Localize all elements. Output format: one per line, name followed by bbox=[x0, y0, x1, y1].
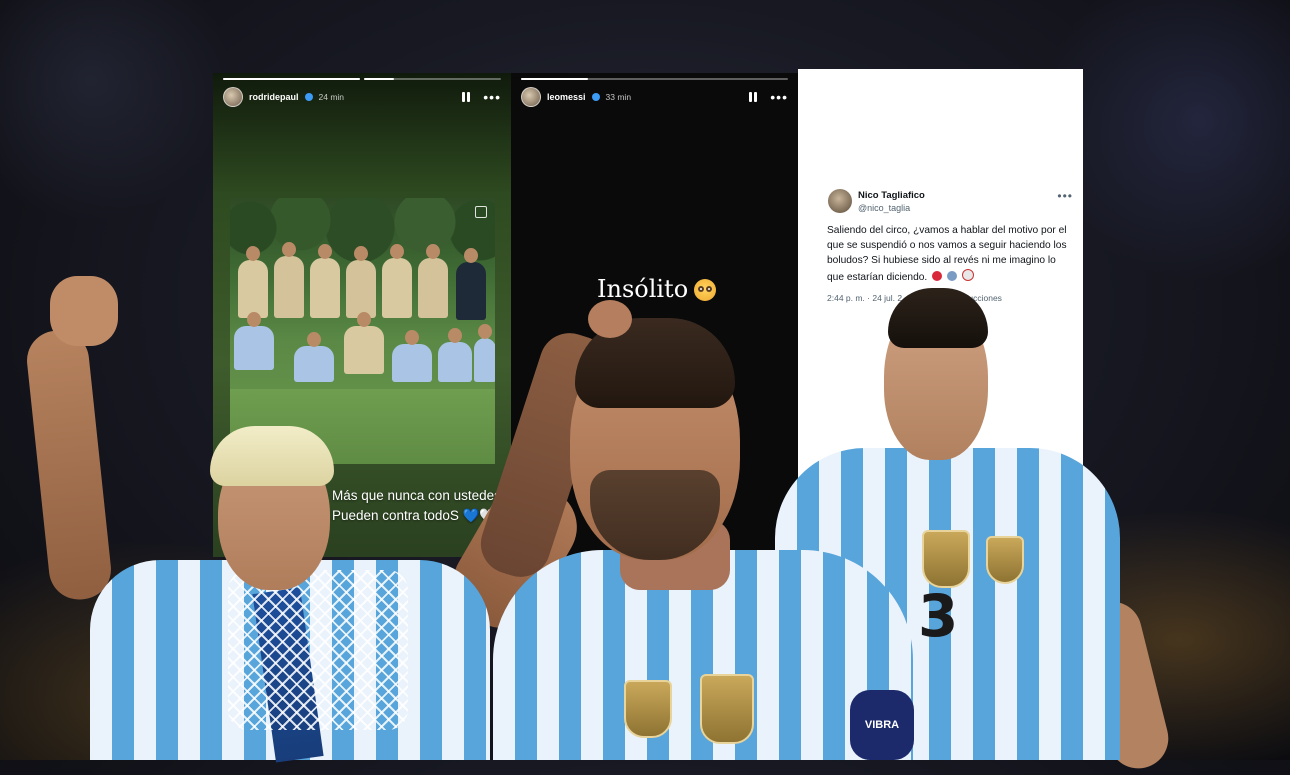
more-icon[interactable]: ••• bbox=[483, 90, 501, 104]
story-progress-segment bbox=[223, 78, 360, 80]
team-photo bbox=[230, 198, 495, 464]
pause-icon[interactable] bbox=[461, 92, 471, 102]
player-figure bbox=[344, 312, 384, 374]
story-progress-bar bbox=[223, 78, 501, 80]
hand bbox=[588, 300, 632, 338]
player-figure bbox=[310, 244, 340, 318]
story-username[interactable]: leomessi bbox=[547, 92, 586, 102]
story-header: rodridepaul 24 min ••• bbox=[223, 87, 501, 107]
person-facepalming-icon bbox=[946, 270, 957, 281]
more-icon[interactable]: ••• bbox=[1057, 189, 1073, 203]
player-figure bbox=[392, 330, 432, 382]
story-text: Insólito bbox=[597, 275, 717, 303]
goal-net-around-neck bbox=[228, 570, 408, 730]
player-figure bbox=[474, 324, 495, 382]
copa-badge-icon bbox=[624, 680, 672, 738]
captain-armband: VIBRA bbox=[850, 690, 914, 760]
player-figure bbox=[456, 248, 486, 320]
player-figure bbox=[294, 332, 334, 382]
gallery-icon bbox=[475, 206, 487, 218]
story-text-word: Insólito bbox=[597, 275, 689, 303]
avatar[interactable] bbox=[223, 87, 243, 107]
flushed-face-icon bbox=[694, 279, 717, 301]
pause-icon[interactable] bbox=[748, 92, 758, 102]
player-figure bbox=[346, 246, 376, 318]
afa-crest-icon bbox=[922, 530, 970, 588]
player-figure bbox=[238, 246, 268, 318]
story-time-ago: 33 min bbox=[605, 92, 632, 102]
player-figure bbox=[382, 244, 412, 318]
player-figure bbox=[274, 242, 304, 318]
tweet-timestamp[interactable]: 2:44 p. m. · 24 jul. 2 bbox=[827, 293, 902, 303]
player-figure bbox=[438, 328, 472, 382]
more-icon[interactable]: ••• bbox=[770, 90, 788, 104]
story-progress-segment bbox=[521, 78, 788, 80]
raised-arm bbox=[24, 327, 114, 603]
tweet-body: Saliendo del circo, ¿vamos a hablar del … bbox=[827, 223, 1073, 285]
caption-line: Pueden contra todoS 💙🤍 bbox=[332, 508, 497, 523]
afa-badge-icon bbox=[986, 536, 1024, 584]
player-figure bbox=[234, 312, 274, 370]
afa-crest-icon bbox=[700, 674, 754, 744]
verified-icon bbox=[304, 93, 313, 101]
tweet-header: Nico Tagliafico @nico_taglia bbox=[828, 189, 925, 213]
tweet-author-handle[interactable]: @nico_taglia bbox=[858, 203, 925, 213]
story-header: leomessi 33 min ••• bbox=[521, 87, 788, 107]
clown-face-icon bbox=[961, 268, 974, 281]
story-username[interactable]: rodridepaul bbox=[249, 92, 299, 102]
verified-icon bbox=[591, 93, 600, 101]
jersey-number: 3 bbox=[918, 582, 959, 650]
story-progress-bar bbox=[521, 78, 788, 80]
bleached-hair bbox=[210, 426, 334, 486]
angry-face-icon bbox=[932, 270, 943, 281]
fist bbox=[50, 276, 118, 346]
story-caption: Más que nunca con ustedes! Pueden contra… bbox=[332, 486, 505, 526]
avatar[interactable] bbox=[828, 189, 852, 213]
story-time-ago: 24 min bbox=[318, 92, 345, 102]
caption-line: Más que nunca con ustedes! bbox=[332, 488, 505, 503]
player-figure bbox=[418, 244, 448, 318]
story-progress-segment bbox=[364, 78, 501, 80]
tweet-author-name[interactable]: Nico Tagliafico bbox=[858, 190, 925, 201]
avatar[interactable] bbox=[521, 87, 541, 107]
